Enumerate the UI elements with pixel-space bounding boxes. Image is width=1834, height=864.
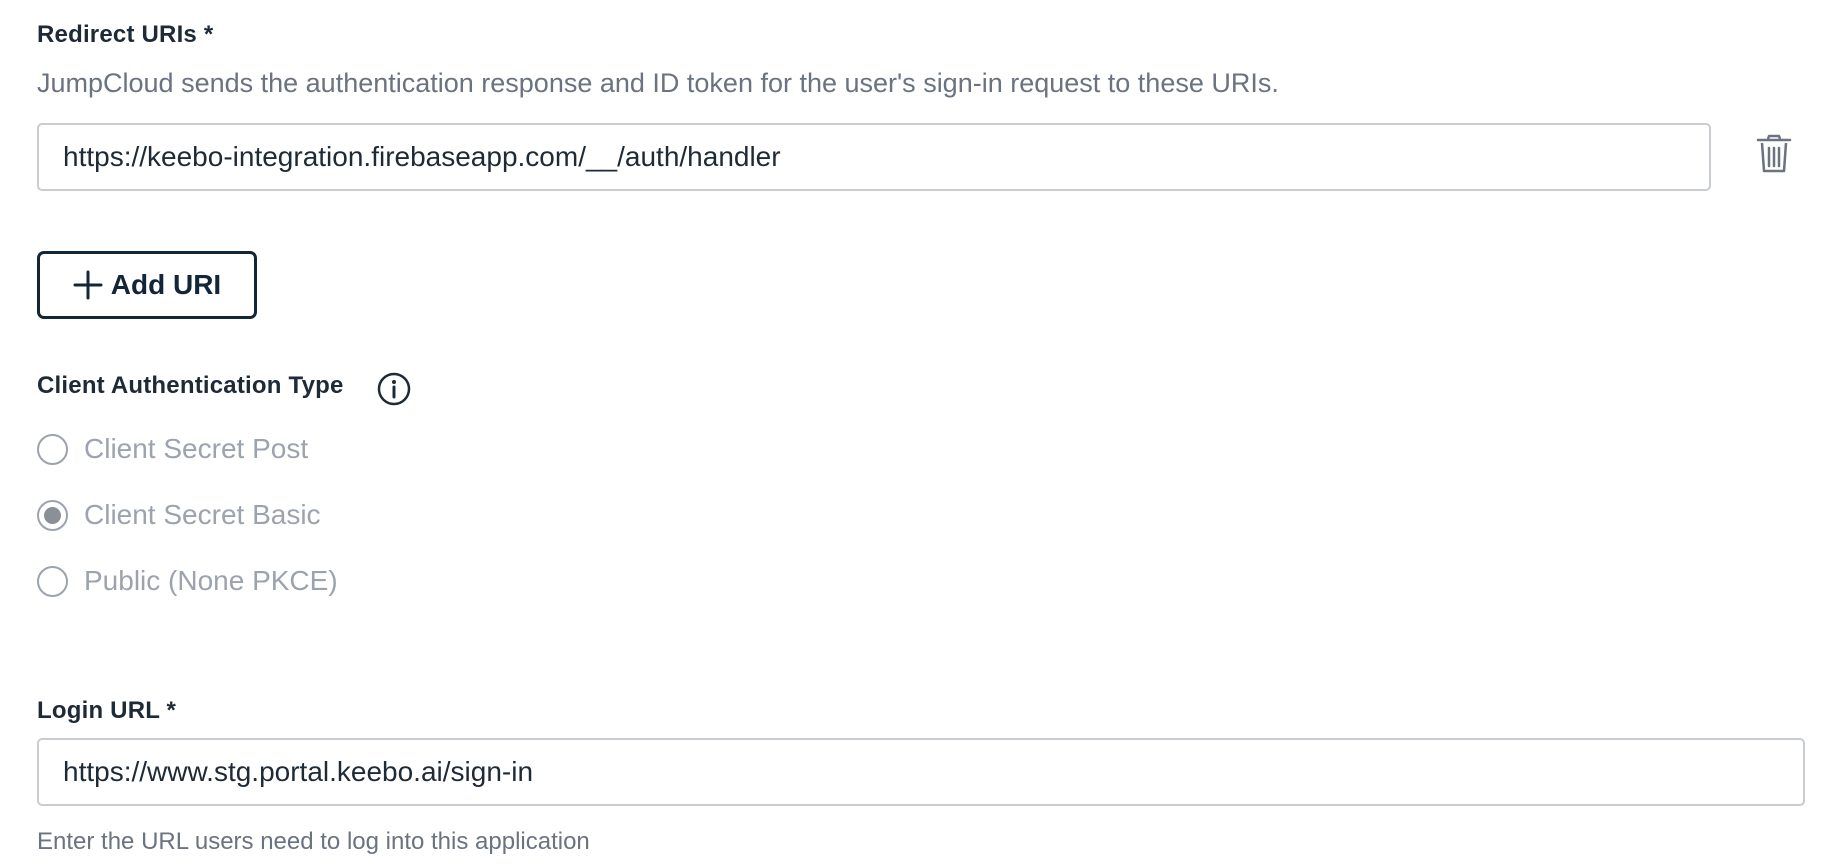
radio-public-none-pkce[interactable]: Public (None PKCE) [37, 565, 338, 597]
trash-icon[interactable] [1756, 134, 1792, 174]
sso-config-form: Redirect URIs * JumpCloud sends the auth… [0, 0, 1834, 864]
login-url-input[interactable] [37, 738, 1805, 806]
radio-label: Client Secret Post [84, 433, 309, 464]
add-uri-button[interactable]: Add URI [37, 251, 257, 319]
plus-icon [73, 270, 103, 300]
redirect-uris-description: JumpCloud sends the authentication respo… [37, 68, 1279, 98]
redirect-uris-label: Redirect URIs * [37, 21, 214, 48]
info-icon[interactable] [377, 372, 411, 406]
radio-client-secret-basic[interactable]: Client Secret Basic [37, 499, 321, 531]
radio-button[interactable] [37, 565, 68, 597]
radio-label: Client Secret Basic [84, 499, 321, 530]
client-auth-type-label: Client Authentication Type [37, 372, 344, 399]
add-uri-label: Add URI [110, 269, 222, 300]
login-url-helper-text: Enter the URL users need to log into thi… [37, 828, 590, 855]
radio-label: Public (None PKCE) [84, 565, 338, 596]
radio-client-secret-post[interactable]: Client Secret Post [37, 433, 308, 465]
login-url-label: Login URL * [37, 697, 177, 724]
radio-button-selected[interactable] [37, 499, 68, 531]
radio-button[interactable] [37, 433, 68, 465]
redirect-uri-input[interactable] [37, 123, 1711, 191]
